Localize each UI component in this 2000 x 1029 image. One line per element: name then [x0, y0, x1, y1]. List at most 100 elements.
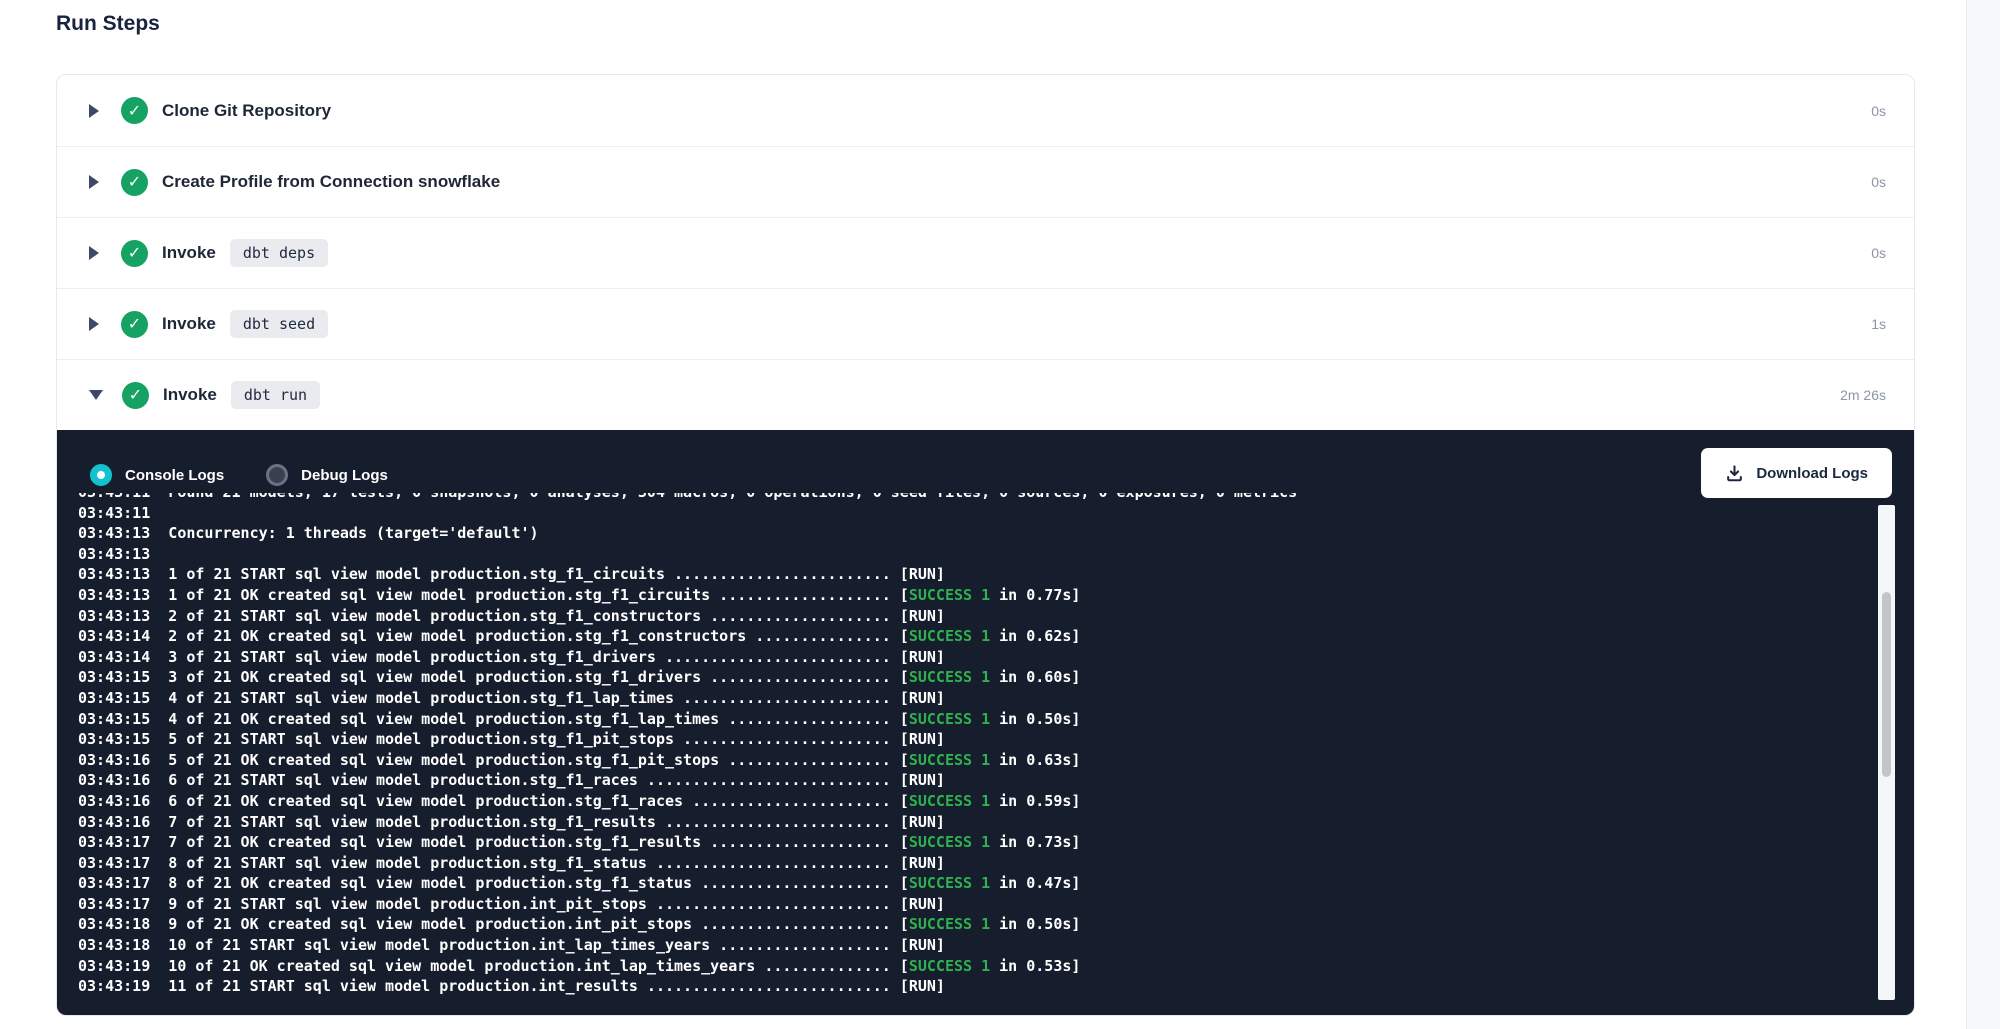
run-step-row[interactable]: ✓ Invoke dbt deps 0s [57, 217, 1914, 288]
run-steps-card: ✓ Clone Git Repository 0s ✓ Create Profi… [56, 74, 1915, 1016]
step-duration: 0s [1871, 103, 1886, 119]
console-logs-option[interactable]: Console Logs [90, 464, 224, 486]
log-timestamp: 03:43:19 [78, 976, 168, 997]
log-line: 03:43:142 of 21 OK created sql view mode… [78, 626, 1868, 647]
console-panel: Console Logs Debug Logs Download Logs 03… [57, 430, 1914, 1015]
success-check-icon: ✓ [122, 382, 149, 409]
log-timestamp: 03:43:13 [78, 585, 168, 606]
log-message: Concurrency: 1 threads (target='default'… [168, 524, 538, 542]
step-duration: 1s [1871, 316, 1886, 332]
log-message: 2 of 21 OK created sql view model produc… [168, 627, 900, 645]
step-list: ✓ Clone Git Repository 0s ✓ Create Profi… [57, 75, 1914, 430]
log-timestamp: 03:43:11 [78, 493, 168, 503]
log-message: 9 of 21 OK created sql view model produc… [168, 915, 900, 933]
log-timestamp: 03:43:16 [78, 770, 168, 791]
log-line: 03:43:177 of 21 OK created sql view mode… [78, 832, 1868, 853]
log-status: SUCCESS 1 [909, 957, 990, 975]
log-timestamp: 03:43:15 [78, 729, 168, 750]
log-line: 03:43:13Concurrency: 1 threads (target='… [78, 523, 1868, 544]
log-message: 10 of 21 START sql view model production… [168, 936, 900, 954]
log-timestamp: 03:43:14 [78, 647, 168, 668]
log-timestamp: 03:43:16 [78, 812, 168, 833]
log-status: RUN [909, 895, 936, 913]
log-status: SUCCESS 1 [909, 710, 990, 728]
log-line: 03:43:1911 of 21 START sql view model pr… [78, 976, 1868, 997]
run-step-row[interactable]: ✓ Invoke dbt run 2m 26s [57, 359, 1914, 430]
log-message: 2 of 21 START sql view model production.… [168, 607, 900, 625]
download-logs-label: Download Logs [1756, 465, 1868, 482]
step-duration: 2m 26s [1840, 387, 1886, 403]
step-command-badge: dbt deps [230, 239, 328, 267]
log-timestamp: 03:43:11 [78, 503, 168, 524]
log-message: 8 of 21 OK created sql view model produc… [168, 874, 900, 892]
radio-selected-icon[interactable] [90, 464, 112, 486]
log-timestamp: 03:43:13 [78, 564, 168, 585]
log-line: 03:43:1810 of 21 START sql view model pr… [78, 935, 1868, 956]
expand-caret-icon[interactable] [89, 390, 103, 400]
log-scrollbar-thumb[interactable] [1882, 592, 1891, 777]
log-line: 03:43:154 of 21 OK created sql view mode… [78, 709, 1868, 730]
log-timestamp: 03:43:17 [78, 894, 168, 915]
log-status: RUN [909, 977, 936, 995]
log-message: 1 of 21 OK created sql view model produc… [168, 586, 900, 604]
log-message: 8 of 21 START sql view model production.… [168, 854, 900, 872]
log-timestamp: 03:43:15 [78, 667, 168, 688]
log-line: 03:43:131 of 21 OK created sql view mode… [78, 585, 1868, 606]
log-message: 6 of 21 START sql view model production.… [168, 771, 900, 789]
log-message: 10 of 21 OK created sql view model produ… [168, 957, 900, 975]
log-line: 03:43:131 of 21 START sql view model pro… [78, 564, 1868, 585]
log-timestamp: 03:43:15 [78, 709, 168, 730]
log-line: 03:43:189 of 21 OK created sql view mode… [78, 914, 1868, 935]
log-message: 3 of 21 OK created sql view model produc… [168, 668, 900, 686]
log-message: 4 of 21 OK created sql view model produc… [168, 710, 900, 728]
debug-logs-option[interactable]: Debug Logs [266, 464, 388, 486]
expand-caret-icon[interactable] [89, 175, 99, 189]
log-line: 03:43:1910 of 21 OK created sql view mod… [78, 956, 1868, 977]
log-timestamp: 03:43:13 [78, 523, 168, 544]
log-status: RUN [909, 565, 936, 583]
run-step-row[interactable]: ✓ Create Profile from Connection snowfla… [57, 146, 1914, 217]
log-lines: 03:43:11Found 21 models, 17 tests, 0 sna… [78, 493, 1868, 997]
log-timestamp: 03:43:18 [78, 935, 168, 956]
log-status: SUCCESS 1 [909, 874, 990, 892]
log-line: 03:43:154 of 21 START sql view model pro… [78, 688, 1868, 709]
log-timestamp: 03:43:19 [78, 956, 168, 977]
log-status: RUN [909, 689, 936, 707]
expand-caret-icon[interactable] [89, 104, 99, 118]
log-status: RUN [909, 648, 936, 666]
log-line: 03:43:132 of 21 START sql view model pro… [78, 606, 1868, 627]
log-timestamp: 03:43:15 [78, 688, 168, 709]
log-timestamp: 03:43:16 [78, 750, 168, 771]
step-label: Create Profile from Connection snowflake [162, 172, 500, 192]
log-timestamp: 03:43:17 [78, 873, 168, 894]
log-message: 4 of 21 START sql view model production.… [168, 689, 900, 707]
run-step-row[interactable]: ✓ Clone Git Repository 0s [57, 75, 1914, 146]
log-message: 7 of 21 START sql view model production.… [168, 813, 900, 831]
log-line: 03:43:11 [78, 503, 1868, 524]
log-status: SUCCESS 1 [909, 668, 990, 686]
step-label: Invoke [163, 385, 217, 405]
log-scrollbar-track[interactable] [1878, 505, 1895, 1000]
run-step-row[interactable]: ✓ Invoke dbt seed 1s [57, 288, 1914, 359]
log-status: SUCCESS 1 [909, 586, 990, 604]
log-line: 03:43:179 of 21 START sql view model pro… [78, 894, 1868, 915]
log-status: RUN [909, 813, 936, 831]
log-status: SUCCESS 1 [909, 751, 990, 769]
page-title: Run Steps [56, 12, 160, 36]
log-line: 03:43:11Found 21 models, 17 tests, 0 sna… [78, 493, 1868, 503]
log-message: 5 of 21 OK created sql view model produc… [168, 751, 900, 769]
download-icon [1725, 464, 1744, 483]
log-message: 7 of 21 OK created sql view model produc… [168, 833, 900, 851]
expand-caret-icon[interactable] [89, 246, 99, 260]
log-status: RUN [909, 730, 936, 748]
expand-caret-icon[interactable] [89, 317, 99, 331]
radio-unselected-icon[interactable] [266, 464, 288, 486]
success-check-icon: ✓ [121, 240, 148, 267]
log-timestamp: 03:43:17 [78, 853, 168, 874]
log-status: RUN [909, 854, 936, 872]
download-logs-button[interactable]: Download Logs [1701, 448, 1892, 498]
log-timestamp: 03:43:13 [78, 544, 168, 565]
log-timestamp: 03:43:14 [78, 626, 168, 647]
log-timestamp: 03:43:17 [78, 832, 168, 853]
debug-logs-label: Debug Logs [301, 467, 388, 484]
